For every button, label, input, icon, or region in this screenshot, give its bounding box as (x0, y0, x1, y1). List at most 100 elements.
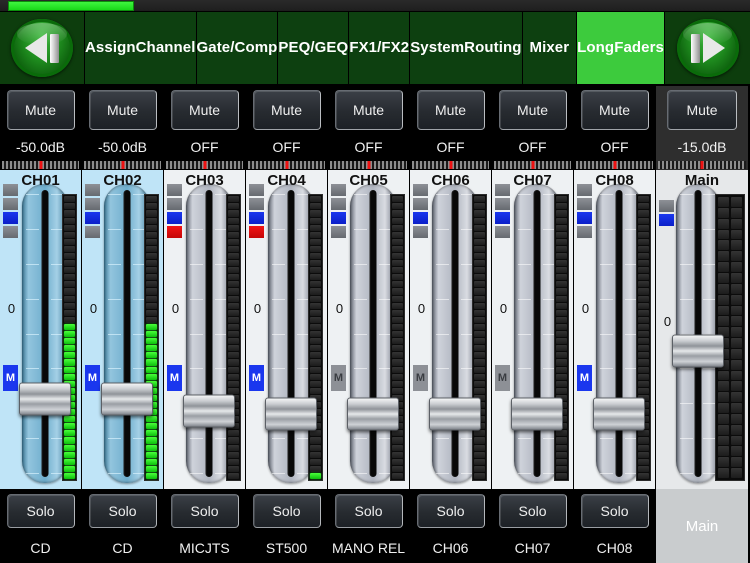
fader-area[interactable]: CH08 0 M (574, 170, 655, 489)
fader-area[interactable]: CH02 0 M (82, 170, 163, 489)
pan-bar[interactable] (410, 160, 491, 170)
channel-name-label: CH07 (513, 172, 552, 189)
mute-position-mark: M (577, 364, 592, 391)
channel-label[interactable]: Main (656, 489, 748, 563)
channel-strip-ch04[interactable]: Mute OFF CH04 0 M Solo ST500 (246, 86, 328, 563)
mute-button[interactable]: Mute (252, 90, 321, 130)
mute-button[interactable]: Mute (498, 90, 567, 130)
indicator-grey (331, 198, 346, 210)
fader-area[interactable]: CH07 0 M (492, 170, 573, 489)
fader-track[interactable] (672, 184, 724, 483)
channel-strip-ch05[interactable]: Mute OFF CH05 0 M Solo MANO REL (328, 86, 410, 563)
solo-button[interactable]: Solo (252, 494, 321, 528)
mute-button[interactable]: Mute (580, 90, 649, 130)
pan-bar[interactable] (164, 160, 245, 170)
mute-button[interactable]: Mute (416, 90, 485, 130)
solo-cell: Solo (246, 489, 327, 533)
fader-handle[interactable] (429, 397, 481, 431)
channel-name-label: CH06 (431, 172, 470, 189)
tab-mixer[interactable]: Mixer (522, 12, 578, 84)
mute-button[interactable]: Mute (88, 90, 157, 130)
solo-button[interactable]: Solo (6, 494, 75, 528)
tab-label-line: Channel (135, 39, 196, 57)
mute-button[interactable]: Mute (170, 90, 239, 130)
channel-strip-ch03[interactable]: Mute OFF CH03 0 M Solo MICJTS (164, 86, 246, 563)
solo-button[interactable]: Solo (170, 494, 239, 528)
indicator-blue (413, 212, 428, 224)
fader-area[interactable]: Main 0 (656, 170, 748, 489)
solo-button[interactable]: Solo (416, 494, 485, 528)
pan-bar[interactable] (492, 160, 573, 170)
pan-bar[interactable] (574, 160, 655, 170)
solo-button[interactable]: Solo (498, 494, 567, 528)
channel-label[interactable]: ST500 (246, 533, 327, 563)
solo-button[interactable]: Solo (334, 494, 403, 528)
zero-db-mark: 0 (335, 300, 344, 316)
indicator-blue (85, 212, 100, 224)
pan-bar[interactable] (328, 160, 409, 170)
pan-bar[interactable] (0, 160, 81, 170)
pan-position-marker (700, 161, 704, 169)
tab-assign-channel[interactable]: Assign Channel (85, 12, 197, 84)
level-readout: -50.0dB (82, 134, 163, 160)
mute-button[interactable]: Mute (667, 90, 737, 130)
fader-handle[interactable] (347, 397, 399, 431)
tab-long-faders[interactable]: Long Faders (577, 12, 665, 84)
mute-button[interactable]: Mute (6, 90, 75, 130)
tab-fx1-fx2[interactable]: FX1/FX2 (349, 12, 411, 84)
tab-system-routing[interactable]: System Routing (410, 12, 523, 84)
level-meter (472, 194, 487, 481)
channel-label[interactable]: MANO REL (328, 533, 409, 563)
channel-label[interactable]: CH08 (574, 533, 655, 563)
pan-bar[interactable] (246, 160, 327, 170)
channel-strip-ch02[interactable]: Mute -50.0dB CH02 0 M Solo CD (82, 86, 164, 563)
tab-label-line: Long (577, 39, 615, 57)
channel-strip-ch07[interactable]: Mute OFF CH07 0 M Solo CH07 (492, 86, 574, 563)
channel-strip-ch01[interactable]: Mute -50.0dB CH01 0 M Solo CD (0, 86, 82, 563)
status-indicator-column (331, 184, 346, 240)
pan-bar[interactable] (656, 160, 748, 170)
fader-handle[interactable] (183, 394, 235, 428)
channel-label[interactable]: CD (82, 533, 163, 563)
indicator-grey (495, 226, 510, 238)
fader-area[interactable]: CH05 0 M (328, 170, 409, 489)
fader-handle[interactable] (593, 397, 645, 431)
fader-handle[interactable] (265, 397, 317, 431)
indicator-red (249, 226, 264, 238)
fader-area[interactable]: CH03 0 M (164, 170, 245, 489)
solo-cell: Solo (492, 489, 573, 533)
channel-label[interactable]: CH07 (492, 533, 573, 563)
channel-name-label: Main (684, 172, 720, 189)
channel-label[interactable]: CD (0, 533, 81, 563)
mute-cell: Mute (164, 86, 245, 134)
indicator-grey (577, 198, 592, 210)
channel-label[interactable]: CH06 (410, 533, 491, 563)
fader-handle[interactable] (511, 397, 563, 431)
mute-cell: Mute (574, 86, 655, 134)
solo-button[interactable]: Solo (580, 494, 649, 528)
pan-bar[interactable] (82, 160, 163, 170)
pan-position-marker (39, 161, 42, 169)
previous-page-button[interactable] (0, 12, 85, 84)
tab-gate-comp[interactable]: Gate/Comp (196, 12, 279, 84)
fader-handle[interactable] (672, 334, 724, 368)
fader-handle[interactable] (19, 382, 71, 416)
fader-handle[interactable] (101, 382, 153, 416)
mute-button[interactable]: Mute (334, 90, 403, 130)
zero-db-mark: 0 (417, 300, 426, 316)
zero-db-mark: 0 (253, 300, 262, 316)
fader-area[interactable]: CH01 0 M (0, 170, 81, 489)
status-indicator-column (495, 184, 510, 240)
fader-area[interactable]: CH06 0 M (410, 170, 491, 489)
channel-name-label: CH04 (267, 172, 306, 189)
tab-peq-geq[interactable]: PEQ/GEQ (278, 12, 350, 84)
next-page-button[interactable] (665, 12, 750, 84)
solo-button[interactable]: Solo (88, 494, 157, 528)
channel-strip-main[interactable]: Mute -15.0dB Main 0 Main (656, 86, 748, 563)
mute-cell: Mute (328, 86, 409, 134)
channel-strip-ch06[interactable]: Mute OFF CH06 0 M Solo CH06 (410, 86, 492, 563)
channel-strip-ch08[interactable]: Mute OFF CH08 0 M Solo CH08 (574, 86, 656, 563)
channel-label[interactable]: MICJTS (164, 533, 245, 563)
channel-name-label: CH08 (595, 172, 634, 189)
fader-area[interactable]: CH04 0 M (246, 170, 327, 489)
